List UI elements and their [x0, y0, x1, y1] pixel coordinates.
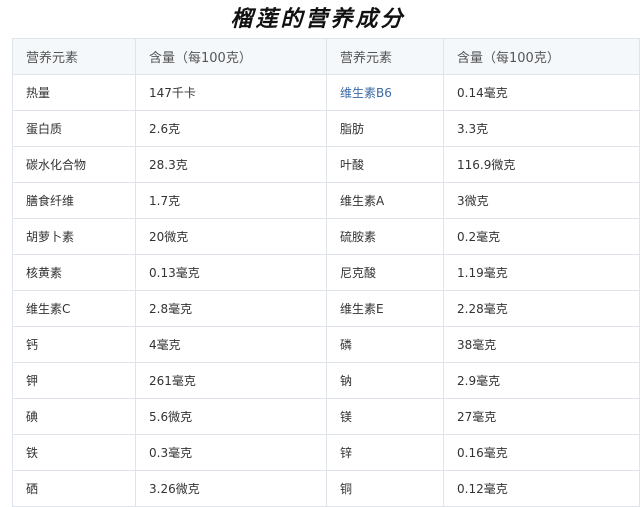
amount-cell: 5.6微克	[135, 398, 327, 435]
amount-cell: 261毫克	[135, 362, 327, 399]
nutrition-table-container: 营养元素 含量（每100克） 营养元素 含量（每100克） 热量 147千卡 维…	[12, 38, 640, 507]
table-row: 碳水化合物 28.3克 叶酸 116.9微克	[12, 146, 640, 183]
nutrient-cell: 硒	[12, 470, 136, 507]
table-row: 膳食纤维 1.7克 维生素A 3微克	[12, 182, 640, 219]
amount-cell: 2.28毫克	[443, 290, 640, 327]
nutrient-cell: 蛋白质	[12, 110, 136, 147]
nutrient-cell: 钾	[12, 362, 136, 399]
amount-cell: 28.3克	[135, 146, 327, 183]
nutrient-cell: 磷	[326, 326, 444, 363]
table-row: 胡萝卜素 20微克 硫胺素 0.2毫克	[12, 218, 640, 255]
nutrient-cell: 维生素C	[12, 290, 136, 327]
nutrient-cell: 膳食纤维	[12, 182, 136, 219]
amount-cell: 3.3克	[443, 110, 640, 147]
nutrient-cell: 硫胺素	[326, 218, 444, 255]
nutrient-cell: 胡萝卜素	[12, 218, 136, 255]
table-row: 蛋白质 2.6克 脂肪 3.3克	[12, 110, 640, 147]
nutrient-cell: 锌	[326, 434, 444, 471]
amount-cell: 2.6克	[135, 110, 327, 147]
header-amount: 含量（每100克）	[135, 38, 327, 75]
nutrient-cell: 钠	[326, 362, 444, 399]
amount-cell: 3.26微克	[135, 470, 327, 507]
amount-cell: 1.19毫克	[443, 254, 640, 291]
header-amount: 含量（每100克）	[443, 38, 640, 75]
nutrient-cell: 碘	[12, 398, 136, 435]
header-nutrient: 营养元素	[326, 38, 444, 75]
amount-cell: 38毫克	[443, 326, 640, 363]
table-row: 核黄素 0.13毫克 尼克酸 1.19毫克	[12, 254, 640, 291]
amount-cell: 27毫克	[443, 398, 640, 435]
nutrient-cell: 脂肪	[326, 110, 444, 147]
amount-cell: 0.3毫克	[135, 434, 327, 471]
nutrition-table: 营养元素 含量（每100克） 营养元素 含量（每100克） 热量 147千卡 维…	[12, 38, 640, 507]
amount-cell: 3微克	[443, 182, 640, 219]
nutrient-cell: 碳水化合物	[12, 146, 136, 183]
nutrient-cell: 核黄素	[12, 254, 136, 291]
amount-cell: 0.13毫克	[135, 254, 327, 291]
nutrient-cell: 铜	[326, 470, 444, 507]
amount-cell: 116.9微克	[443, 146, 640, 183]
table-row: 热量 147千卡 维生素B6 0.14毫克	[12, 74, 640, 111]
amount-cell: 1.7克	[135, 182, 327, 219]
table-row: 钙 4毫克 磷 38毫克	[12, 326, 640, 363]
nutrient-cell: 尼克酸	[326, 254, 444, 291]
amount-cell: 147千卡	[135, 74, 327, 111]
nutrient-cell: 钙	[12, 326, 136, 363]
amount-cell: 0.14毫克	[443, 74, 640, 111]
nutrient-cell: 镁	[326, 398, 444, 435]
amount-cell: 2.9毫克	[443, 362, 640, 399]
amount-cell: 0.12毫克	[443, 470, 640, 507]
table-row: 钾 261毫克 钠 2.9毫克	[12, 362, 640, 399]
nutrient-cell: 叶酸	[326, 146, 444, 183]
amount-cell: 20微克	[135, 218, 327, 255]
amount-cell: 0.16毫克	[443, 434, 640, 471]
nutrient-cell: 热量	[12, 74, 136, 111]
table-row: 硒 3.26微克 铜 0.12毫克	[12, 470, 640, 507]
nutrient-cell: 维生素E	[326, 290, 444, 327]
nutrient-cell: 铁	[12, 434, 136, 471]
header-nutrient: 营养元素	[12, 38, 136, 75]
nutrient-link[interactable]: 维生素B6	[326, 74, 444, 111]
table-row: 维生素C 2.8毫克 维生素E 2.28毫克	[12, 290, 640, 327]
table-row: 铁 0.3毫克 锌 0.16毫克	[12, 434, 640, 471]
amount-cell: 4毫克	[135, 326, 327, 363]
table-header-row: 营养元素 含量（每100克） 营养元素 含量（每100克）	[12, 38, 640, 75]
amount-cell: 0.2毫克	[443, 218, 640, 255]
page-title: 榴莲的营养成分	[230, 6, 406, 32]
table-row: 碘 5.6微克 镁 27毫克	[12, 398, 640, 435]
nutrient-cell: 维生素A	[326, 182, 444, 219]
amount-cell: 2.8毫克	[135, 290, 327, 327]
